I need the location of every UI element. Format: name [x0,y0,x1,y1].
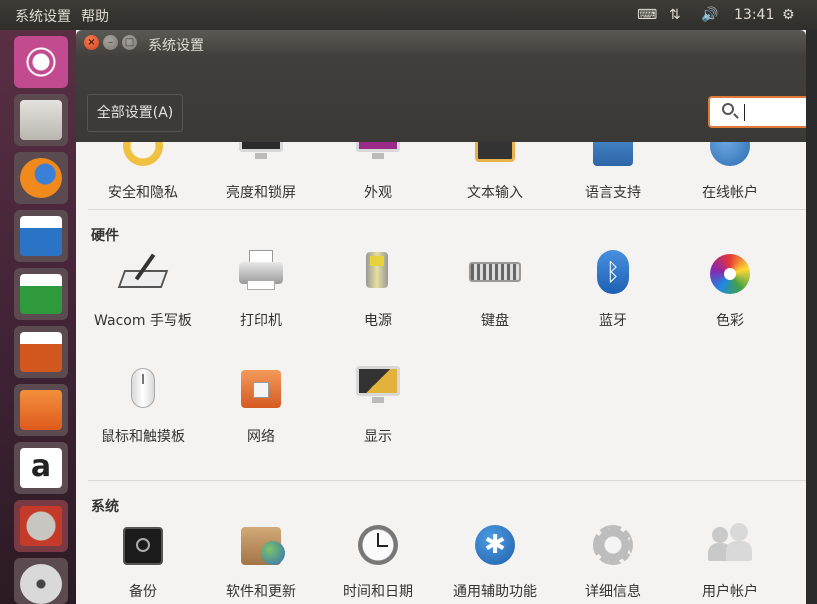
launcher-software-center[interactable] [14,384,68,436]
launcher-dash[interactable] [14,36,68,88]
network-indicator-icon[interactable]: ⇅ [669,7,681,23]
section-title-system: 系统 [91,499,119,515]
launcher-calc[interactable] [14,268,68,320]
item-language[interactable]: 语言支持 [554,142,672,205]
item-accessibility[interactable]: ✱ 通用辅助功能 [436,521,554,604]
power-icon [352,250,404,298]
keyboard-indicator-icon[interactable]: ⌨ [637,7,657,23]
writer-icon [20,216,62,256]
top-panel: 系统设置 帮助 ⌨ ⇅ 🔊 13:41 ⚙ [0,0,817,30]
file-cabinet-icon [20,100,62,140]
item-power[interactable]: 电源 [319,250,437,333]
launcher: a [0,30,76,604]
clock[interactable]: 13:41 [734,7,774,23]
color-icon [704,250,756,298]
firefox-icon [20,158,62,198]
item-network[interactable]: 网络 [202,366,320,449]
wacom-icon [117,250,169,298]
display-icon [352,366,404,414]
user-accounts-icon [704,521,756,569]
volume-icon[interactable]: 🔊 [701,7,718,23]
desktop-background [806,30,817,604]
brightness-icon [235,142,287,170]
launcher-system-settings[interactable] [14,500,68,552]
backup-icon [117,521,169,569]
item-wacom[interactable]: Wacom 手写板 [84,250,202,333]
launcher-firefox[interactable] [14,152,68,204]
mouse-icon [117,366,169,414]
settings-window: × – □ 系统设置 全部设置(A) 安全和隐私 亮度和锁屏 外观 文本输入 语… [76,30,808,604]
item-color[interactable]: 色彩 [671,250,789,333]
launcher-amazon[interactable]: a [14,442,68,494]
time-date-icon [352,521,404,569]
keyboard-icon [469,250,521,298]
calc-icon [20,274,62,314]
settings-content: 安全和隐私 亮度和锁屏 外观 文本输入 语言支持 在线帐户 硬件 Wacom 手… [76,142,806,604]
item-bluetooth[interactable]: ᛒ 蓝牙 [554,250,672,333]
security-icon [117,142,169,170]
launcher-dvd[interactable] [14,558,68,604]
item-display[interactable]: 显示 [319,366,437,449]
online-accounts-icon [704,142,756,170]
ubuntu-logo-icon [20,42,62,82]
search-input[interactable] [708,96,808,128]
minimize-button[interactable]: – [103,35,118,50]
maximize-button[interactable]: □ [122,35,137,50]
close-button[interactable]: × [84,35,99,50]
details-icon [587,521,639,569]
bluetooth-icon: ᛒ [587,250,639,298]
launcher-writer[interactable] [14,210,68,262]
text-cursor [744,104,745,121]
item-user-accounts[interactable]: 用户帐户 [671,521,789,604]
item-printer[interactable]: 打印机 [202,250,320,333]
window-title: 系统设置 [148,38,204,54]
language-icon [587,142,639,170]
item-appearance[interactable]: 外观 [319,142,437,205]
item-time-date[interactable]: 时间和日期 [319,521,437,604]
network-icon [235,366,287,414]
section-separator [88,209,806,210]
toolbar: 全部设置(A) [76,58,808,142]
item-brightness[interactable]: 亮度和锁屏 [202,142,320,205]
item-software-updates[interactable]: 软件和更新 [202,521,320,604]
item-keyboard[interactable]: 键盘 [436,250,554,333]
amazon-icon: a [20,448,62,488]
software-updates-icon [235,521,287,569]
item-text-entry[interactable]: 文本输入 [436,142,554,205]
item-details[interactable]: 详细信息 [554,521,672,604]
item-backup[interactable]: 备份 [84,521,202,604]
appearance-icon [352,142,404,170]
launcher-impress[interactable] [14,326,68,378]
window-titlebar[interactable]: × – □ 系统设置 [76,30,806,58]
item-mouse[interactable]: 鼠标和触摸板 [84,366,202,449]
software-center-icon [20,390,62,430]
all-settings-button[interactable]: 全部设置(A) [87,94,183,132]
app-menu-title[interactable]: 系统设置 [15,6,71,26]
dvd-icon [20,564,62,604]
settings-tools-icon [20,506,62,546]
text-entry-icon [469,142,521,170]
menu-help[interactable]: 帮助 [81,6,109,26]
item-online-accounts[interactable]: 在线帐户 [671,142,789,205]
system-gear-icon[interactable]: ⚙ [782,7,795,23]
search-icon [722,103,734,115]
section-title-hardware: 硬件 [91,228,119,244]
impress-icon [20,332,62,372]
item-security[interactable]: 安全和隐私 [84,142,202,205]
printer-icon [235,250,287,298]
accessibility-icon: ✱ [469,521,521,569]
section-separator [88,480,806,481]
launcher-files[interactable] [14,94,68,146]
